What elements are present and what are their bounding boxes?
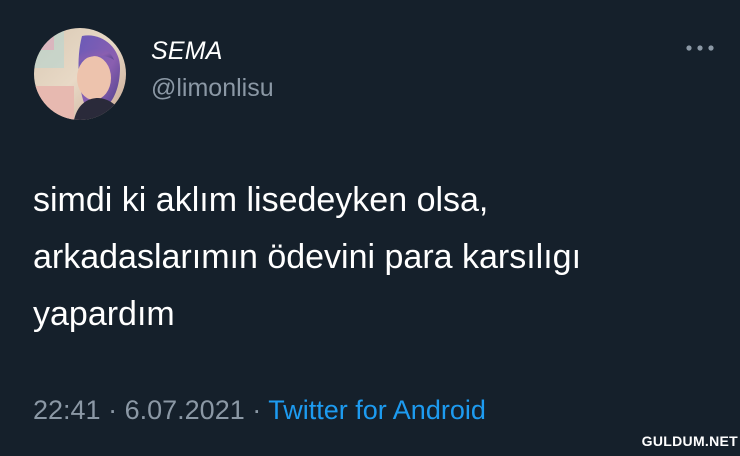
tweet-date[interactable]: 6.07.2021 [125, 395, 245, 425]
watermark: GULDUM.NET [641, 433, 738, 449]
tweet-card: SEMA @limonlisu simdi ki aklım lisedeyke… [0, 0, 740, 456]
meta-separator: · [252, 395, 262, 425]
more-horizontal-icon[interactable] [683, 40, 717, 56]
tweet-text-line: simdi ki aklım lisedeyken olsa, [33, 181, 489, 219]
tweet-time[interactable]: 22:41 [33, 395, 101, 425]
avatar-image [34, 28, 126, 120]
display-name[interactable]: SEMA [151, 37, 223, 66]
tweet-source-link[interactable]: Twitter for Android [268, 395, 486, 425]
tweet-text-line: yapardım [33, 295, 175, 333]
avatar[interactable] [34, 28, 126, 120]
tweet-text-line: arkadaslarımın ödevini para karsılıgı [33, 238, 582, 276]
tweet-text: simdi ki aklım lisedeyken olsa, arkadasl… [33, 172, 713, 343]
user-handle[interactable]: @limonlisu [151, 74, 274, 103]
tweet-meta: 22:41 · 6.07.2021 · Twitter for Android [33, 395, 486, 426]
meta-separator: · [108, 395, 118, 425]
